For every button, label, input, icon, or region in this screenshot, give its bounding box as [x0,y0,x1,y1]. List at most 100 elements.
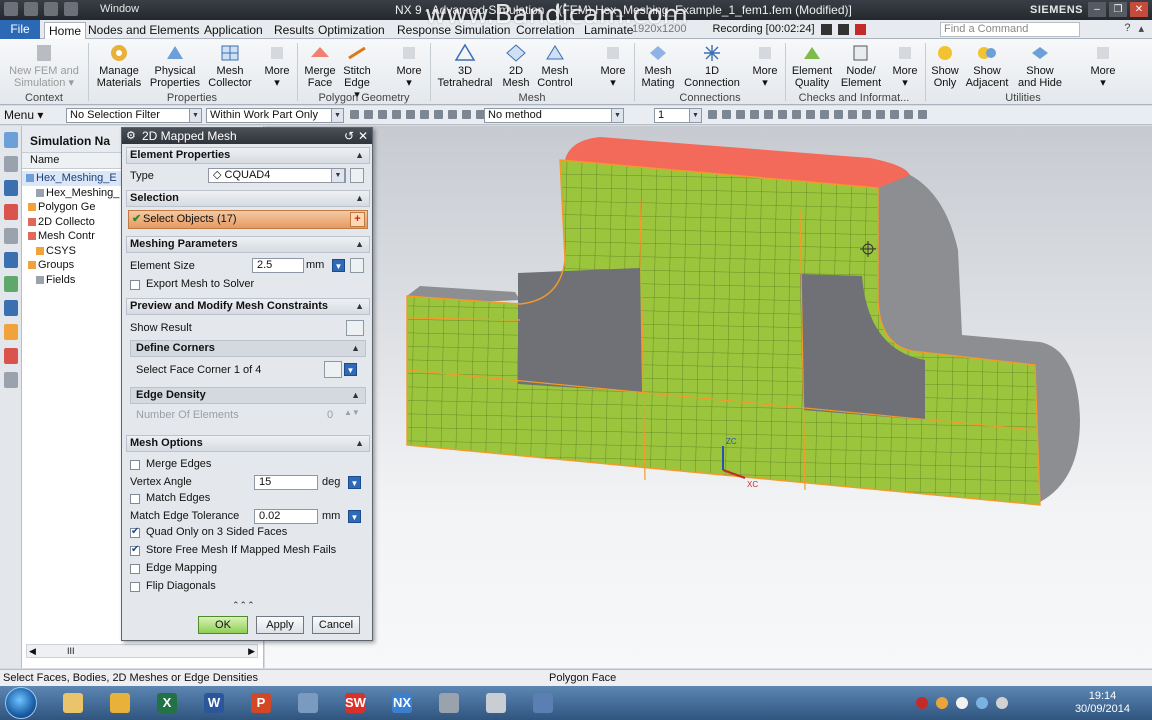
section-mesh-options[interactable]: Mesh Options ▲ [126,435,370,452]
app-icon[interactable] [4,2,18,16]
taskbar-app-excel[interactable]: X [148,689,186,717]
taskbar-app-word[interactable]: W [195,689,233,717]
tab-file[interactable]: File [0,20,40,39]
tab-application[interactable]: Application [200,22,267,39]
taskbar-app-paint[interactable] [430,689,468,717]
dialog-titlebar[interactable]: ⚙ 2D Mapped Mesh ↺ ✕ [122,128,372,144]
redo-icon[interactable] [64,2,78,16]
reuse-library-icon[interactable] [3,204,18,220]
clock[interactable]: 19:14 30/09/2014 [1075,690,1130,716]
taskbar-app-calculator[interactable] [477,689,515,717]
merge-face-button[interactable]: Merge Face [300,43,340,89]
section-element-properties[interactable]: Element Properties ▲ [126,147,370,164]
command-finder-input[interactable]: Find a Command [940,22,1080,37]
simulation-navigator-icon[interactable] [3,132,18,148]
scope-dropdown[interactable]: Within Work Part Only ▼ [206,108,344,123]
mesh-control-button[interactable]: Mesh Control [534,43,576,89]
reset-icon[interactable]: ↺ [344,128,354,144]
tab-response-simulation[interactable]: Response Simulation [393,22,514,39]
show-and-hide-button[interactable]: Show and Hide [1012,43,1068,89]
element-quality-button[interactable]: Element Quality [788,43,836,89]
taskbar-app-nx[interactable]: NX [383,689,421,717]
taskbar-app-solidworks[interactable]: SW [336,689,374,717]
level-dropdown[interactable]: 1 ▼ [654,108,702,123]
close-icon[interactable]: ✕ [358,128,368,144]
match-edge-tolerance-input[interactable]: 0.02 [254,509,318,524]
flip-diagonals-checkbox[interactable] [130,582,140,592]
connections-more-button[interactable]: More ▾ [748,43,782,89]
part-navigator-icon[interactable] [3,180,18,196]
tab-results[interactable]: Results [270,22,318,39]
show-adjacent-button[interactable]: Show Adjacent [962,43,1012,89]
process-studio-icon[interactable] [3,300,18,316]
edge-mapping-checkbox[interactable] [130,564,140,574]
taskbar-app-network[interactable] [524,689,562,717]
ribbon-options-icon[interactable]: ▴ [1138,22,1144,35]
new-fem-and-simulation-button[interactable]: New FEM and Simulation ▾ [4,43,84,89]
1d-connection-button[interactable]: 1D Connection [680,43,744,89]
mesh-more-button[interactable]: More ▾ [596,43,630,89]
select-objects-button[interactable]: ✔ Select Objects (17) + [128,210,368,229]
vertex-angle-input[interactable]: 15 [254,475,318,490]
properties-more-button[interactable]: More ▾ [260,43,294,89]
merge-edges-checkbox[interactable] [130,460,140,470]
tab-nodes-and-elements[interactable]: Nodes and Elements [84,22,203,39]
snap-method-dropdown[interactable]: No method ▼ [484,108,624,123]
window-menu[interactable]: Window [100,3,139,15]
subsection-define-corners[interactable]: Define Corners ▲ [130,340,366,357]
palette-icon[interactable] [3,372,18,388]
expand-dialog-icon[interactable]: ⌃⌃⌃ [232,600,255,611]
store-free-mesh-checkbox[interactable] [130,544,140,556]
menu-button[interactable]: Menu ▾ [4,108,43,122]
point-options-icon[interactable]: ▼ [344,363,357,376]
selection-filter-dropdown[interactable]: No Selection Filter ▼ [66,108,202,123]
graphics-window[interactable]: ZC XC [265,126,1152,668]
tab-correlation[interactable]: Correlation [512,22,579,39]
polygon-more-button[interactable]: More ▾ [392,43,426,89]
show-result-magnifier-icon[interactable] [346,320,364,336]
tab-home[interactable]: Home [44,22,87,39]
snap-toolbar-icons[interactable] [350,110,485,119]
system-scenes-icon[interactable] [3,348,18,364]
subsection-edge-density[interactable]: Edge Density ▲ [130,387,366,404]
restore-button[interactable]: ❐ [1109,2,1127,17]
2d-mesh-button[interactable]: 2D Mesh [498,43,534,89]
taskbar-app-tools[interactable] [289,689,327,717]
taskbar-app-explorer[interactable] [54,689,92,717]
taskbar-app-chrome[interactable] [101,689,139,717]
volume-icon[interactable] [956,697,968,709]
manage-materials-button[interactable]: Manage Materials [92,43,146,89]
tab-optimization[interactable]: Optimization [314,22,389,39]
taskbar-app-powerpoint[interactable]: P [242,689,280,717]
mesh-collector-button[interactable]: Mesh Collector [204,43,256,89]
flag-icon[interactable] [996,697,1008,709]
section-meshing-parameters[interactable]: Meshing Parameters ▲ [126,236,370,253]
utilities-more-button[interactable]: More ▾ [1086,43,1120,89]
assembly-navigator-icon[interactable] [3,156,18,172]
tray-app-icon[interactable] [936,697,948,709]
section-selection[interactable]: Selection ▲ [126,190,370,207]
element-type-options-icon[interactable] [350,168,364,183]
element-size-menu-icon[interactable]: ▼ [332,259,345,272]
element-size-unit[interactable]: mm [306,259,324,274]
gear-icon[interactable]: ⚙ [126,128,136,144]
close-button[interactable]: ✕ [1130,2,1148,17]
view-toolbar-icons[interactable] [708,110,927,119]
stop-icon[interactable] [854,23,866,35]
history-icon[interactable] [3,228,18,244]
apply-button[interactable]: Apply [256,616,304,634]
match-edge-tolerance-unit[interactable]: mm [322,510,340,525]
checks-more-button[interactable]: More ▾ [888,43,922,89]
web-browser-icon[interactable] [3,252,18,268]
element-size-input[interactable]: 2.5 [252,258,304,273]
mesh-mating-button[interactable]: Mesh Mating [636,43,680,89]
3d-tetrahedral-button[interactable]: 3D Tetrahedral [432,43,498,89]
camera-icon[interactable] [820,23,832,35]
show-only-button[interactable]: Show Only [928,43,962,89]
ok-button[interactable]: OK [198,616,248,634]
network-icon[interactable] [976,697,988,709]
match-edges-checkbox[interactable] [130,494,140,504]
section-preview-constraints[interactable]: Preview and Modify Mesh Constraints ▲ [126,298,370,315]
tab-laminate[interactable]: Laminate [580,22,637,39]
help-icon[interactable]: ? [1124,22,1130,35]
